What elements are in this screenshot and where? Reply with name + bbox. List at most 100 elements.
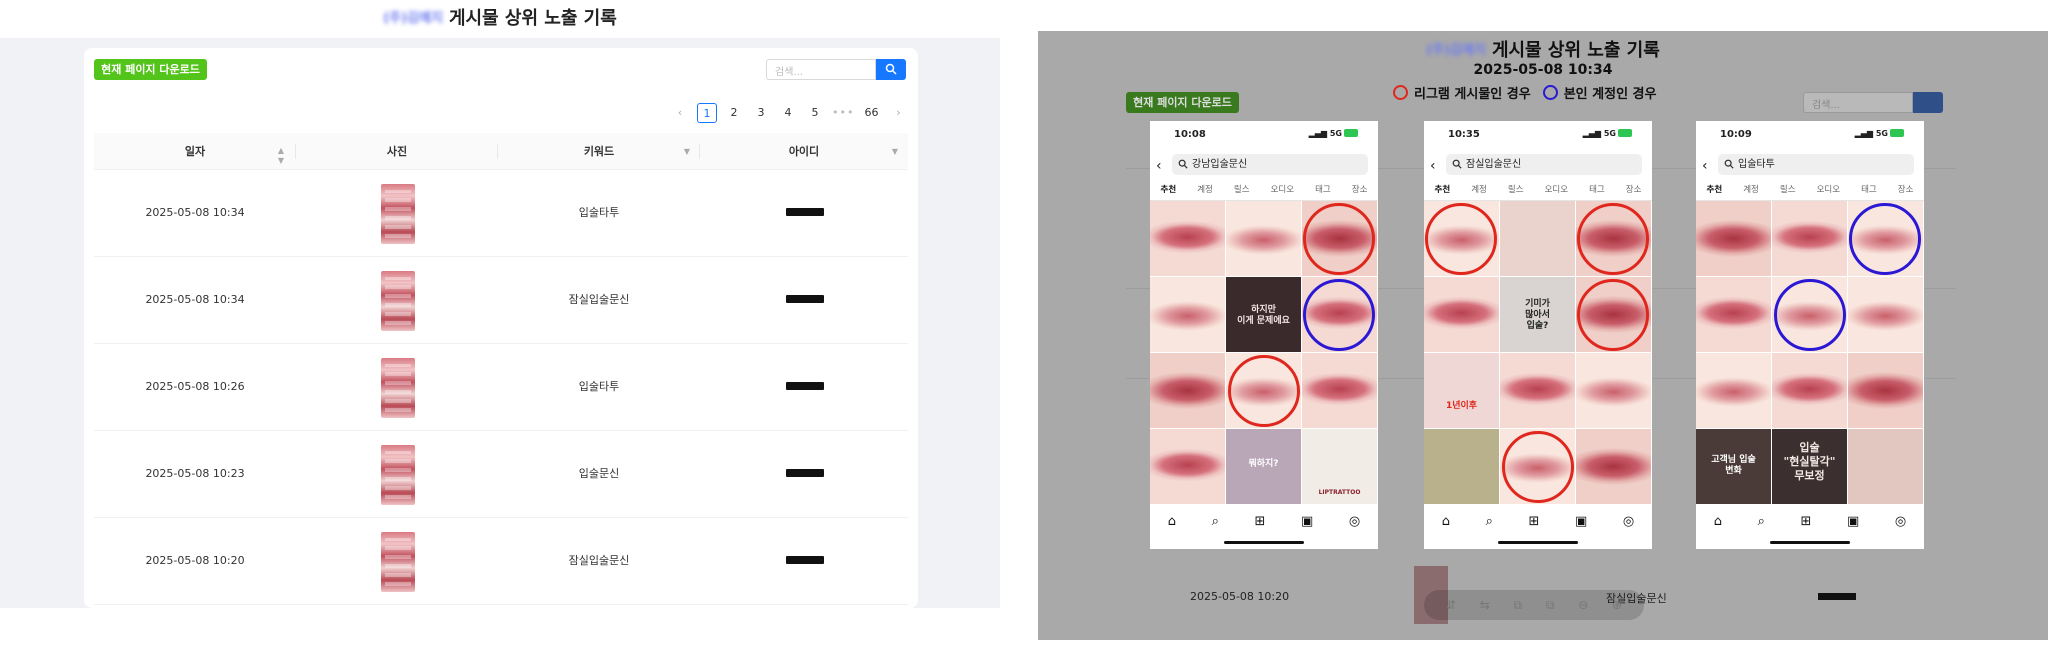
search-input[interactable]: 검색... [766, 59, 876, 80]
table-row[interactable]: 2025-05-08 10:26 입술타투 [94, 344, 908, 431]
phone-screenshot-3: 10:09 ▂▄▆ 5G ‹ 입술타투 추천 계정 릴스 오디오 태그 장소 고… [1696, 121, 1924, 549]
page-last[interactable]: 66 [861, 103, 881, 123]
post-thumbnail[interactable] [381, 358, 415, 418]
zoom-in-icon[interactable]: ⊕ [1612, 598, 1622, 612]
table-row[interactable]: 2025-05-08 10:34 잠실입술문신 [94, 257, 908, 344]
phone-tab: 계정 [1743, 185, 1759, 195]
zoom-out-icon[interactable]: ⊖ [1578, 598, 1588, 612]
flip-vertical-icon[interactable]: ⇵ [1446, 598, 1456, 612]
result-tile [1424, 277, 1499, 352]
phone-tab: 릴스 [1779, 185, 1796, 195]
overlay-date: 2025-05-08 10:34 [1473, 62, 1613, 78]
phone-tab: 오디오 [1816, 185, 1841, 195]
page-5[interactable]: 5 [805, 103, 825, 123]
column-label-photo: 사진 [386, 145, 408, 158]
redacted-id [786, 208, 824, 216]
sort-icon[interactable]: ▲ ▼ [278, 146, 284, 166]
cell-id [700, 518, 908, 604]
regram-marker [1577, 279, 1649, 351]
phone-tab: 장소 [1625, 185, 1642, 195]
result-tile [1576, 353, 1651, 428]
result-tile [1150, 277, 1225, 352]
signal-indicator: ▂▄▆ 5G [1309, 129, 1358, 138]
redacted-id [786, 469, 824, 477]
page-1[interactable]: 1 [697, 103, 717, 123]
page-3[interactable]: 3 [751, 103, 771, 123]
post-thumbnail[interactable] [381, 184, 415, 244]
phone-bottom-nav: ⌂ ⌕ ⊞ ▣ ◎ [1696, 514, 1924, 529]
regram-marker [1502, 431, 1574, 503]
phone-bottom-nav: ⌂ ⌕ ⊞ ▣ ◎ [1150, 514, 1378, 529]
redacted-id [786, 295, 824, 303]
signal-indicator: ▂▄▆ 5G [1583, 129, 1632, 138]
column-header-photo: 사진 [296, 133, 498, 170]
post-thumbnail[interactable] [381, 532, 415, 592]
redacted-id [786, 382, 824, 390]
tile-caption: 고객님 입술 변화 [1711, 455, 1756, 476]
table-row[interactable]: 2025-05-08 10:34 입술타투 [94, 170, 908, 257]
table-row[interactable]: 2025-05-08 10:23 입술문신 [94, 431, 908, 518]
phone-tab: 릴스 [1233, 185, 1250, 195]
result-tile [1848, 277, 1923, 352]
search-button[interactable] [876, 59, 906, 80]
red-circle-icon [1393, 85, 1408, 100]
column-header-keyword[interactable]: 키워드 ▼ [498, 133, 700, 170]
phone-search-field: 잠실입술문신 [1446, 154, 1642, 175]
redacted-id-dimmed [1818, 593, 1856, 600]
page-2[interactable]: 2 [724, 103, 744, 123]
result-tile [1848, 353, 1923, 428]
result-tile: 하지만 이게 문제에요 [1226, 277, 1301, 352]
phone-tab: 추천 [1160, 185, 1177, 195]
page-4[interactable]: 4 [778, 103, 798, 123]
phone-tab: 추천 [1434, 185, 1451, 195]
phone-screenshot-2: 10:35 ▂▄▆ 5G ‹ 잠실입술문신 추천 계정 릴스 오디오 태그 장소… [1424, 121, 1652, 549]
brand-logo: (주)김예지 [1426, 43, 1486, 58]
search-icon [885, 63, 897, 75]
pagination: ‹ 1 2 3 4 5 ••• 66 › [670, 103, 915, 123]
filter-icon[interactable]: ▼ [892, 147, 898, 157]
regram-marker [1303, 203, 1375, 275]
own-account-marker [1849, 203, 1921, 275]
redacted-id [786, 556, 824, 564]
right-panel-preview: 현재 페이지 다운로드 검색... 2025-05-08 10:20 잠실입술문… [1038, 0, 2048, 647]
overlay-title-text: 게시물 상위 노출 기록 [1491, 40, 1660, 61]
table-row[interactable]: 2025-05-08 10:20 잠실입술문신 [94, 518, 908, 605]
battery-icon [1344, 129, 1358, 137]
phone-tab: 오디오 [1270, 185, 1295, 195]
result-tile: 뭐하지? [1226, 429, 1301, 504]
status-bar: 10:09 ▂▄▆ 5G [1696, 127, 1924, 143]
regram-marker [1577, 203, 1649, 275]
cell-photo [296, 170, 498, 256]
cell-date: 2025-05-08 10:34 [145, 206, 245, 219]
cell-id [700, 170, 908, 256]
rotate-right-icon[interactable]: ⧉ [1546, 598, 1555, 613]
network-label: 5G [1329, 129, 1342, 138]
cell-id [700, 431, 908, 517]
result-tile [1150, 429, 1225, 504]
result-tile [1500, 353, 1575, 428]
result-tile [1848, 429, 1923, 504]
post-thumbnail[interactable] [381, 271, 415, 331]
phone-screenshot-1: 10:08 ▂▄▆ 5G ‹ 강남입술문신 추천 계정 릴스 오디오 태그 장소… [1150, 121, 1378, 549]
result-tile [1696, 277, 1771, 352]
page-header: (주)김예지 게시물 상위 노출 기록 [0, 0, 1000, 38]
filter-icon[interactable]: ▼ [684, 147, 690, 157]
download-page-button-dimmed: 현재 페이지 다운로드 [1126, 92, 1239, 113]
search-result-grid: 기미가 많아서 입술? 1년이후 [1424, 201, 1652, 505]
phone-search-field: 입술타투 [1718, 154, 1914, 175]
pagination-next[interactable]: › [888, 103, 908, 123]
column-header-id[interactable]: 아이디 ▼ [700, 133, 908, 170]
rotate-left-icon[interactable]: ⧉ [1514, 598, 1523, 613]
download-page-button[interactable]: 현재 페이지 다운로드 [94, 59, 207, 80]
pagination-prev[interactable]: ‹ [670, 103, 690, 123]
flip-horizontal-icon[interactable]: ⇆ [1480, 598, 1490, 612]
cell-keyword: 잠실입술문신 [568, 293, 630, 306]
column-header-date[interactable]: 일자 ▲ ▼ [94, 133, 296, 170]
cell-photo [296, 518, 498, 604]
result-tile [1696, 201, 1771, 276]
column-label-keyword: 키워드 [583, 145, 615, 158]
post-thumbnail[interactable] [381, 445, 415, 505]
network-label: 5G [1603, 129, 1616, 138]
cell-keyword: 잠실입술문신 [568, 554, 630, 567]
pagination-ellipsis[interactable]: ••• [832, 103, 854, 123]
